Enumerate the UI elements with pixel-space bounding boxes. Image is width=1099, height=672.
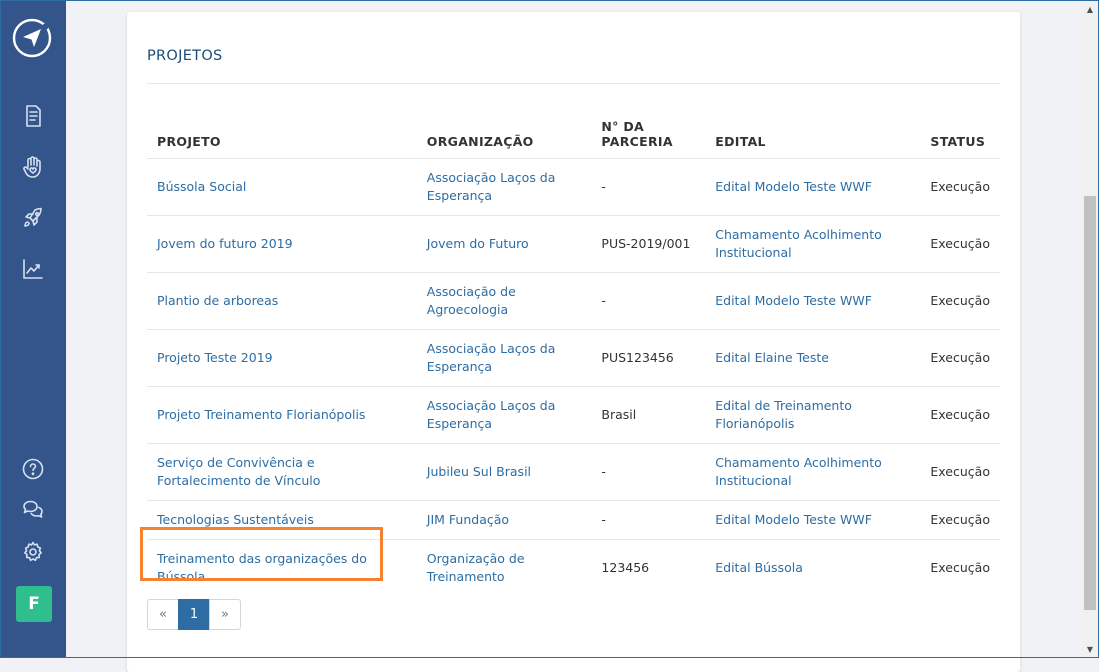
organization-link[interactable]: Jubileu Sul Brasil <box>416 442 592 500</box>
projects-table: PROJETO ORGANIZAÇÃO N° DA PARCERIA EDITAL… <box>147 102 1000 596</box>
table-row: Jovem do futuro 2019 Jovem do Futuro PUS… <box>147 214 1000 272</box>
edital-link[interactable]: Chamamento Acolhimento Institucional <box>705 442 921 500</box>
project-name-link[interactable]: Bússola Social <box>147 157 417 215</box>
scroll-down-arrow-icon[interactable]: ▼ <box>1082 641 1098 657</box>
status-text: Execução <box>920 214 1000 272</box>
user-avatar[interactable]: F <box>16 586 52 622</box>
edital-link[interactable]: Chamamento Acolhimento Institucional <box>705 214 921 272</box>
table-row: Serviço de Convivência e Fortalecimento … <box>147 442 1000 500</box>
organization-link[interactable]: Associação Laços da Esperança <box>416 157 592 215</box>
organization-link[interactable]: Associação Laços da Esperança <box>416 328 592 386</box>
partnership-number: - <box>591 271 706 329</box>
edital-link[interactable]: Edital Modelo Teste WWF <box>705 499 921 539</box>
page-title: PROJETOS <box>147 48 223 64</box>
chat-icon[interactable] <box>14 492 52 526</box>
vertical-scrollbar[interactable]: ▲ ▼ <box>1082 1 1098 657</box>
pagination-prev-button[interactable]: « <box>147 599 179 630</box>
compass-logo-icon[interactable] <box>12 18 52 58</box>
column-header-projeto[interactable]: PROJETO <box>147 102 417 158</box>
column-header-parceria-line2: PARCERIA <box>601 133 673 149</box>
pagination-page-1-button[interactable]: 1 <box>178 599 210 630</box>
pagination-next-button[interactable]: » <box>209 599 241 630</box>
project-name-link[interactable]: Jovem do futuro 2019 <box>147 214 417 272</box>
scrollbar-thumb[interactable] <box>1084 196 1096 610</box>
edital-link[interactable]: Edital Modelo Teste WWF <box>705 271 921 329</box>
column-header-edital[interactable]: EDITAL <box>705 102 920 158</box>
partnership-number: 123456 <box>591 538 706 596</box>
project-name-link[interactable]: Plantio de arboreas <box>147 271 417 329</box>
sidebar: F <box>0 0 66 658</box>
partnership-number: - <box>591 157 706 215</box>
table-row: Plantio de arboreas Associação de Agroec… <box>147 271 1000 329</box>
organization-link[interactable]: Associação de Agroecologia <box>416 271 592 329</box>
partnership-number: PUS123456 <box>591 328 706 386</box>
status-text: Execução <box>920 442 1000 500</box>
column-header-parceria[interactable]: N° DA PARCERIA <box>591 102 705 158</box>
organization-link[interactable]: Associação Laços da Esperança <box>416 385 592 443</box>
status-text: Execução <box>920 328 1000 386</box>
pagination: « 1 » <box>147 599 241 630</box>
edital-link[interactable]: Edital Modelo Teste WWF <box>705 157 921 215</box>
gear-icon[interactable] <box>14 535 52 569</box>
project-name-link[interactable]: Projeto Teste 2019 <box>147 328 417 386</box>
project-name-link[interactable]: Serviço de Convivência e Fortalecimento … <box>147 442 417 500</box>
status-text: Execução <box>920 271 1000 329</box>
partnership-number: - <box>591 442 706 500</box>
status-text: Execução <box>920 157 1000 215</box>
partnership-number: PUS-2019/001 <box>591 214 706 272</box>
partnership-number: - <box>591 499 706 539</box>
table-header-row: PROJETO ORGANIZAÇÃO N° DA PARCERIA EDITAL… <box>147 102 1000 158</box>
rocket-icon[interactable] <box>14 201 52 235</box>
table-row: Projeto Teste 2019 Associação Laços da E… <box>147 328 1000 386</box>
organization-link[interactable]: JIM Fundação <box>416 499 592 539</box>
hand-heart-icon[interactable] <box>14 150 52 184</box>
help-icon[interactable] <box>14 452 52 486</box>
organization-link[interactable]: Organização de Treinamento <box>416 538 592 596</box>
edital-link[interactable]: Edital Elaine Teste <box>705 328 921 386</box>
table-row: Bússola Social Associação Laços da Esper… <box>147 157 1000 215</box>
project-name-link[interactable]: Projeto Treinamento Florianópolis <box>147 385 417 443</box>
partnership-number: Brasil <box>591 385 706 443</box>
column-header-parceria-line1: N° DA <box>601 118 645 134</box>
edital-link[interactable]: Edital Bússola <box>705 538 921 596</box>
table-row: Projeto Treinamento Florianópolis Associ… <box>147 385 1000 443</box>
chart-line-icon[interactable] <box>14 252 52 286</box>
status-text: Execução <box>920 385 1000 443</box>
highlight-box <box>140 527 383 581</box>
column-header-organizacao[interactable]: ORGANIZAÇÃO <box>417 102 592 158</box>
title-divider <box>147 83 1000 84</box>
scroll-up-arrow-icon[interactable]: ▲ <box>1082 1 1098 17</box>
column-header-status[interactable]: STATUS <box>920 102 1000 158</box>
status-text: Execução <box>920 538 1000 596</box>
document-icon[interactable] <box>14 99 52 133</box>
edital-link[interactable]: Edital de Treinamento Florianópolis <box>705 385 921 443</box>
organization-link[interactable]: Jovem do Futuro <box>416 214 592 272</box>
status-text: Execução <box>920 499 1000 539</box>
